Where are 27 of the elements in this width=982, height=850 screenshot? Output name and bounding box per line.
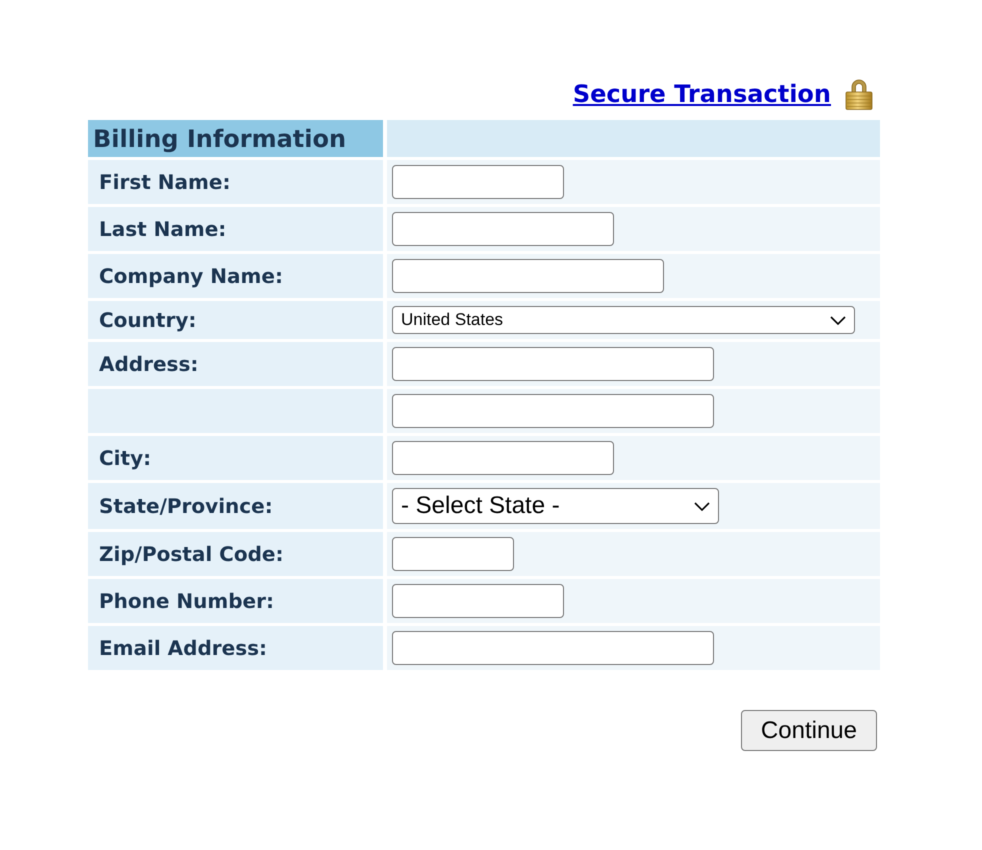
field-label: Email Address: <box>88 626 383 670</box>
text-field[interactable] <box>392 347 714 381</box>
field-label: Address: <box>88 342 383 386</box>
text-field[interactable] <box>392 212 614 246</box>
field-label: Last Name: <box>88 207 383 251</box>
secure-transaction-link[interactable]: Secure Transaction <box>572 80 831 108</box>
field-label: Phone Number: <box>88 579 383 623</box>
text-field[interactable] <box>392 631 714 665</box>
dropdown[interactable]: United States <box>392 306 855 334</box>
text-field[interactable] <box>392 165 564 199</box>
chevron-down-icon <box>830 316 846 324</box>
field-label: Company Name: <box>88 254 383 298</box>
padlock-icon <box>845 78 873 110</box>
text-field[interactable] <box>392 441 614 475</box>
text-field[interactable] <box>392 394 714 428</box>
field-label: State/Province: <box>88 483 383 529</box>
text-field[interactable] <box>392 537 514 571</box>
continue-button[interactable]: Continue <box>740 710 877 752</box>
field-label: Zip/Postal Code: <box>88 532 383 576</box>
field-label: Country: <box>88 301 383 339</box>
chevron-down-icon <box>694 502 710 510</box>
text-field[interactable] <box>392 584 564 618</box>
text-field[interactable] <box>392 259 664 293</box>
section-header: Billing Information <box>88 120 383 157</box>
field-label: City: <box>88 436 383 480</box>
dropdown[interactable]: - Select State - <box>392 488 719 524</box>
field-label: First Name: <box>88 160 383 204</box>
